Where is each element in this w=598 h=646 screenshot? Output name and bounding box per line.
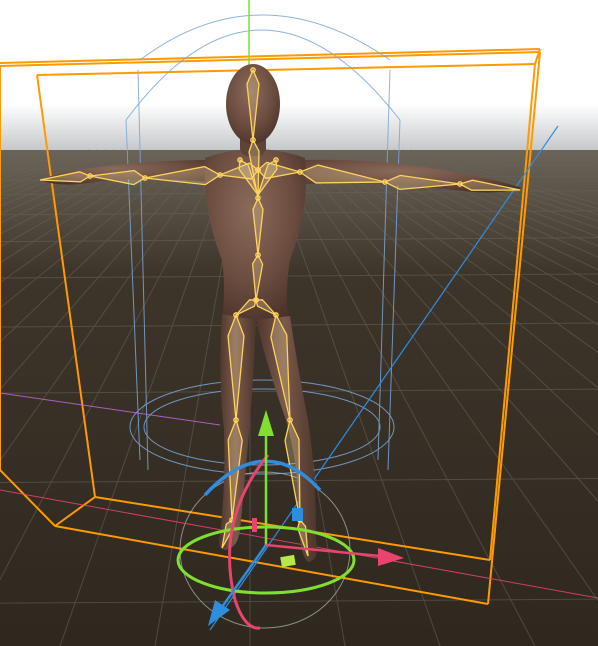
scene-view[interactable] xyxy=(0,0,598,646)
bone-joint xyxy=(233,417,239,423)
bone-joint xyxy=(142,175,148,181)
bone-joint xyxy=(457,181,463,187)
bone-joint xyxy=(297,169,303,175)
plane-handle-xy[interactable] xyxy=(252,518,257,532)
scene-viewport[interactable] xyxy=(0,0,598,646)
bone-joint xyxy=(287,417,293,423)
bone-joint xyxy=(255,167,261,173)
bone-joint xyxy=(255,252,261,258)
plane-handle-yz[interactable] xyxy=(292,508,303,521)
bone-joint xyxy=(382,179,388,185)
bone-joint xyxy=(273,312,279,318)
bone-joint xyxy=(217,172,223,178)
bone-joint xyxy=(255,195,261,201)
bone-joint xyxy=(250,67,256,73)
bone-joint xyxy=(237,157,243,163)
bone-joint xyxy=(253,297,259,303)
sky xyxy=(0,0,598,160)
bone-joint xyxy=(233,312,239,318)
bone-joint xyxy=(273,157,279,163)
bone-joint xyxy=(250,137,256,143)
bone-joint xyxy=(87,173,93,179)
